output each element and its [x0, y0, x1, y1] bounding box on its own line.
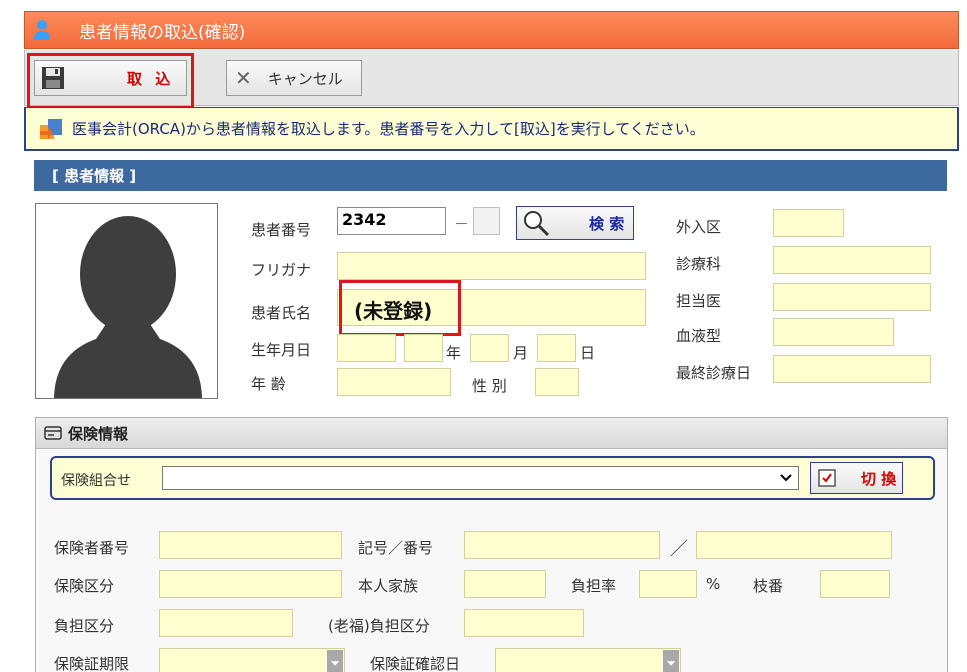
patient-section-header: [ 患者情報 ] [34, 160, 947, 191]
switch-button-label: 切 換 [861, 469, 897, 488]
symbol-slash: ／ [670, 539, 688, 560]
inout-label: 外入区 [676, 218, 722, 236]
branch-field [820, 570, 890, 598]
import-highlight [27, 53, 194, 109]
age-label: 年 齢 [251, 375, 286, 393]
patient-number-input[interactable]: 2342 [337, 207, 446, 235]
insurance-title: 保険情報 [68, 424, 129, 443]
doctor-field [773, 283, 931, 311]
burden-class-field [159, 609, 293, 637]
birth-era-field [337, 334, 396, 362]
switch-button[interactable]: 切 換 [810, 462, 903, 494]
patient-number-suffix-input[interactable] [473, 207, 500, 235]
patient-name-label: 患者氏名 [251, 304, 312, 322]
branch-label: 枝番 [753, 577, 784, 595]
birth-month-unit: 月 [513, 344, 529, 362]
insurance-combo-label: 保険組合せ [61, 473, 131, 489]
birth-year-field [404, 334, 443, 362]
kana-label: フリガナ [251, 261, 312, 279]
user-icon [33, 19, 51, 41]
patient-number-label: 患者番号 [251, 221, 312, 239]
patient-number-dash: － [454, 215, 470, 233]
birthdate-label: 生年月日 [251, 341, 312, 359]
insurance-combo-select[interactable] [162, 466, 799, 490]
insurance-panel: 保険情報 保険組合せ 切 換 保険者番号 記号／番号 ／ 保険区分 本人家族 負… [35, 417, 948, 672]
last-visit-field [773, 355, 931, 383]
person-family-label: 本人家族 [358, 577, 419, 595]
symbol-number-label: 記号／番号 [358, 539, 434, 557]
cancel-button-label: キャンセル [267, 69, 343, 88]
insurer-number-field [159, 531, 342, 559]
search-button-label: 検 索 [589, 214, 625, 233]
burden-rate-field [639, 570, 697, 598]
insurance-class-field [159, 570, 342, 598]
elderly-burden-label: (老福)負担区分 [328, 617, 430, 635]
dropdown-arrow-icon [327, 650, 343, 672]
chevron-down-icon [780, 470, 792, 486]
birth-year-unit: 年 [446, 344, 462, 362]
gender-label: 性 別 [472, 377, 507, 395]
info-message: 医事会計(ORCA)から患者情報を取込します。患者番号を入力して[取込]を実行し… [72, 120, 705, 138]
blood-field [773, 318, 894, 346]
name-highlight [339, 280, 461, 336]
card-period-label: 保険証期限 [54, 655, 130, 672]
window-title: 患者情報の取込(確認) [79, 22, 246, 43]
birth-day-field [537, 334, 576, 362]
card-period-select[interactable] [159, 648, 345, 672]
patient-photo [35, 203, 218, 399]
birth-day-unit: 日 [580, 344, 596, 362]
search-icon [521, 208, 551, 238]
insurer-number-label: 保険者番号 [54, 539, 130, 557]
symbol-field [464, 531, 660, 559]
card-confirm-label: 保険証確認日 [370, 655, 461, 672]
elderly-burden-field [464, 609, 584, 637]
kana-field [337, 252, 646, 280]
person-silhouette-icon [54, 216, 202, 398]
insurance-header: 保険情報 [36, 418, 947, 449]
doctor-label: 担当医 [676, 292, 722, 310]
department-field [773, 246, 931, 274]
search-button[interactable]: 検 索 [516, 206, 634, 240]
percent-unit: % [706, 575, 721, 593]
department-label: 診療科 [676, 255, 722, 273]
inout-field [773, 209, 844, 237]
burden-rate-label: 負担率 [571, 577, 617, 595]
last-visit-label: 最終診療日 [676, 364, 752, 382]
cancel-button[interactable]: ✕ キャンセル [226, 60, 362, 96]
age-field [337, 368, 451, 396]
burden-class-label: 負担区分 [54, 617, 115, 635]
gender-field [535, 368, 579, 396]
birth-month-field [470, 334, 509, 362]
checkbox-icon [817, 468, 837, 488]
import-info-icon [38, 117, 64, 141]
close-icon: ✕ [235, 66, 252, 90]
card-icon [44, 426, 62, 440]
dropdown-arrow-icon [663, 650, 679, 672]
insurance-class-label: 保険区分 [54, 577, 115, 595]
window-title-bar: 患者情報の取込(確認) [24, 11, 959, 49]
card-confirm-select[interactable] [495, 648, 681, 672]
blood-label: 血液型 [676, 327, 722, 345]
insurance-combo-row: 保険組合せ 切 換 [50, 456, 935, 500]
info-bar: 医事会計(ORCA)から患者情報を取込します。患者番号を入力して[取込]を実行し… [24, 107, 959, 151]
person-family-field [464, 570, 546, 598]
number-field [696, 531, 892, 559]
